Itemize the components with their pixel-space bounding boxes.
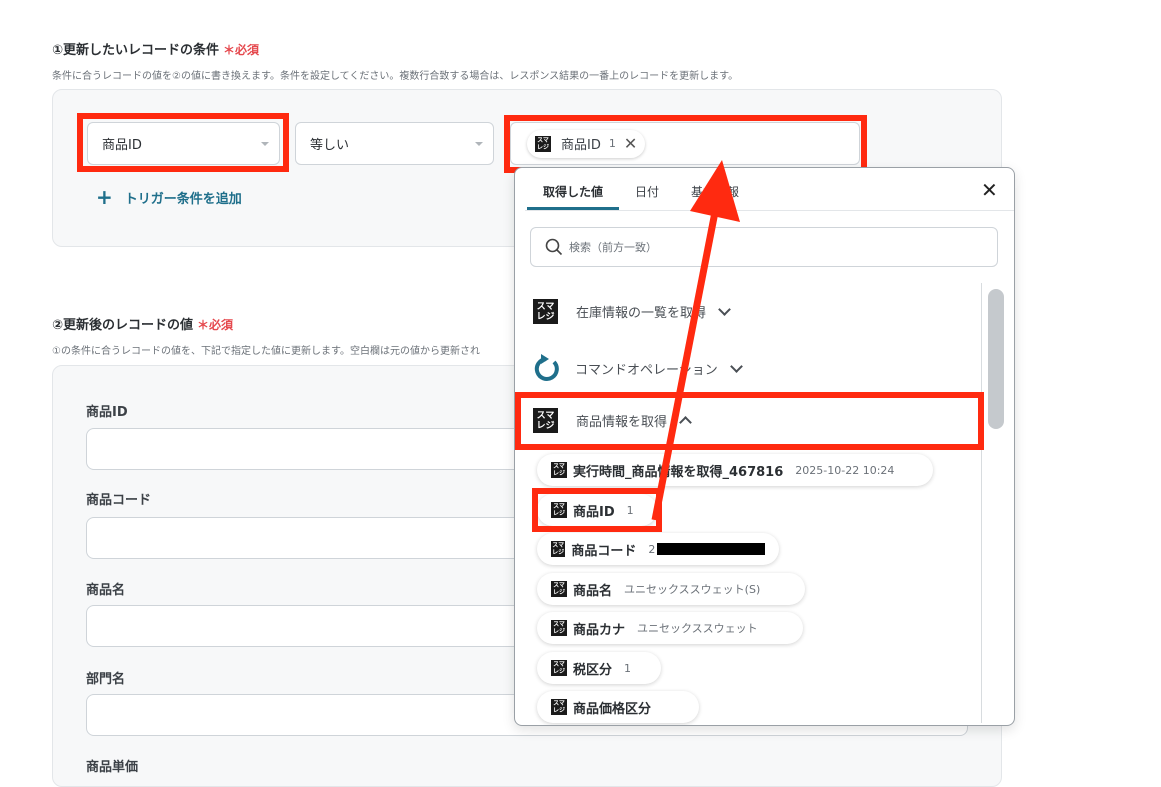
search-icon xyxy=(545,238,563,256)
value-picker-popup: 取得した値 日付 基本情報 ✕ 検索（前方一致） スマ レジ 在庫情報の一覧を取得… xyxy=(514,167,1015,726)
value-item-value: 2025-10-22 10:24 xyxy=(795,463,895,477)
condition-operator-select[interactable]: 等しい xyxy=(295,122,494,165)
smaregi-logo-icon: スマ レジ xyxy=(551,699,567,715)
value-item-name: 商品カナ xyxy=(573,622,626,638)
field-label-department: 部門名 xyxy=(86,672,126,687)
add-trigger-label: トリガー条件を追加 xyxy=(124,191,242,207)
tab-date[interactable]: 日付 xyxy=(635,183,659,200)
value-item-name: 商品コード xyxy=(571,543,637,559)
section1-description: 条件に合うレコードの値を②の値に書き換えます。条件を設定してください。複数行合致… xyxy=(52,71,739,82)
section1-title-text: ①更新したいレコードの条件 xyxy=(52,43,220,58)
smaregi-logo-icon: スマ レジ xyxy=(551,581,567,597)
value-item[interactable]: スマ レジ 商品カナ ユニセックススウェット xyxy=(537,612,803,644)
search-input[interactable]: 検索（前方一致） xyxy=(530,227,998,267)
value-item-name: 実行時間_商品情報を取得_467816 xyxy=(573,464,784,480)
value-item[interactable]: スマ レジ 実行時間_商品情報を取得_467816 2025-10-22 10:2… xyxy=(537,454,933,486)
value-token: スマ レジ 商品ID 1 ✕ xyxy=(527,129,646,158)
group-label: コマンドオペレーション xyxy=(575,362,718,378)
condition-field-select[interactable]: 商品ID xyxy=(87,122,280,165)
section1-title: ①更新したいレコードの条件 ＊必須 xyxy=(52,39,259,58)
required-mark: ＊必須 xyxy=(223,43,260,57)
redaction-bar xyxy=(657,543,765,555)
smaregi-logo-icon: スマ レジ xyxy=(533,299,558,324)
plus-icon: + xyxy=(96,185,113,209)
token-value: 1 xyxy=(608,137,616,150)
smaregi-logo-icon: スマ レジ xyxy=(535,135,551,152)
value-item-value: 1 xyxy=(626,503,634,517)
smaregi-logo-icon: スマ レジ xyxy=(533,408,558,433)
group-get-product-info[interactable]: スマ レジ 商品情報を取得 xyxy=(533,408,692,433)
field-label-product-id: 商品ID xyxy=(86,405,128,420)
smaregi-logo-icon: スマ レジ xyxy=(551,620,567,636)
value-item-value: 1 xyxy=(624,661,632,675)
close-icon[interactable]: ✕ xyxy=(624,135,637,152)
scrollbar-track xyxy=(981,283,982,723)
condition-operator-value: 等しい xyxy=(310,138,350,153)
value-item[interactable]: スマ レジ 商品名 ユニセックススウェット(S) xyxy=(537,573,805,605)
search-placeholder: 検索（前方一致） xyxy=(569,241,657,254)
condition-field-value: 商品ID xyxy=(102,138,142,153)
value-item-name: 税区分 xyxy=(573,662,613,678)
group-label: 在庫情報の一覧を取得 xyxy=(576,306,707,321)
tab-acquired-values[interactable]: 取得した値 xyxy=(543,183,603,200)
field-label-product-name: 商品名 xyxy=(86,583,126,598)
smaregi-logo-icon: スマ レジ xyxy=(551,502,567,518)
group-inventory-list[interactable]: スマ レジ 在庫情報の一覧を取得 xyxy=(533,299,731,324)
group-command-operation[interactable]: コマンドオペレーション xyxy=(533,353,743,383)
value-item[interactable]: スマ レジ 商品コード 2 xyxy=(537,533,779,565)
required-mark: ＊必須 xyxy=(197,318,234,332)
chevron-down-icon xyxy=(261,141,269,146)
chevron-down-icon xyxy=(729,359,743,373)
smaregi-logo-icon: スマ レジ xyxy=(551,541,566,557)
section2-description: ①の条件に合うレコードの値を、下記で指定した値に更新します。空白欄は元の値から更… xyxy=(52,346,480,357)
smaregi-logo-icon: スマ レジ xyxy=(551,462,567,478)
section2-title-text: ②更新後のレコードの値 xyxy=(52,318,194,333)
condition-value-input[interactable]: スマ レジ 商品ID 1 ✕ xyxy=(510,122,860,165)
value-item-name: 商品価格区分 xyxy=(573,701,652,717)
section2-title: ②更新後のレコードの値 ＊必須 xyxy=(52,314,233,333)
group-label: 商品情報を取得 xyxy=(576,415,668,430)
refresh-icon xyxy=(534,354,559,381)
value-item[interactable]: スマ レジ 商品価格区分 xyxy=(537,691,699,723)
field-label-product-code: 商品コード xyxy=(86,493,152,508)
tab-basic-info[interactable]: 基本情報 xyxy=(691,183,739,200)
value-item-value: ユニセックススウェット xyxy=(637,622,758,635)
add-trigger-condition-button[interactable]: + トリガー条件を追加 xyxy=(96,187,242,207)
chevron-down-icon xyxy=(475,141,483,146)
value-item-value: ユニセックススウェット(S) xyxy=(624,583,761,596)
value-item-product-id[interactable]: スマ レジ 商品ID 1 xyxy=(537,494,657,526)
tab-divider xyxy=(525,210,1014,211)
close-icon[interactable]: ✕ xyxy=(981,178,998,202)
value-item[interactable]: スマ レジ 税区分 1 xyxy=(537,652,661,684)
value-item-name: 商品名 xyxy=(573,583,613,599)
smaregi-logo-icon: スマ レジ xyxy=(551,660,567,676)
chevron-up-icon xyxy=(679,416,692,429)
scrollbar-thumb[interactable] xyxy=(988,289,1004,429)
token-name: 商品ID xyxy=(561,138,601,153)
value-item-value: 2 xyxy=(648,542,656,556)
chevron-down-icon xyxy=(718,303,731,316)
value-item-name: 商品ID xyxy=(573,504,615,520)
